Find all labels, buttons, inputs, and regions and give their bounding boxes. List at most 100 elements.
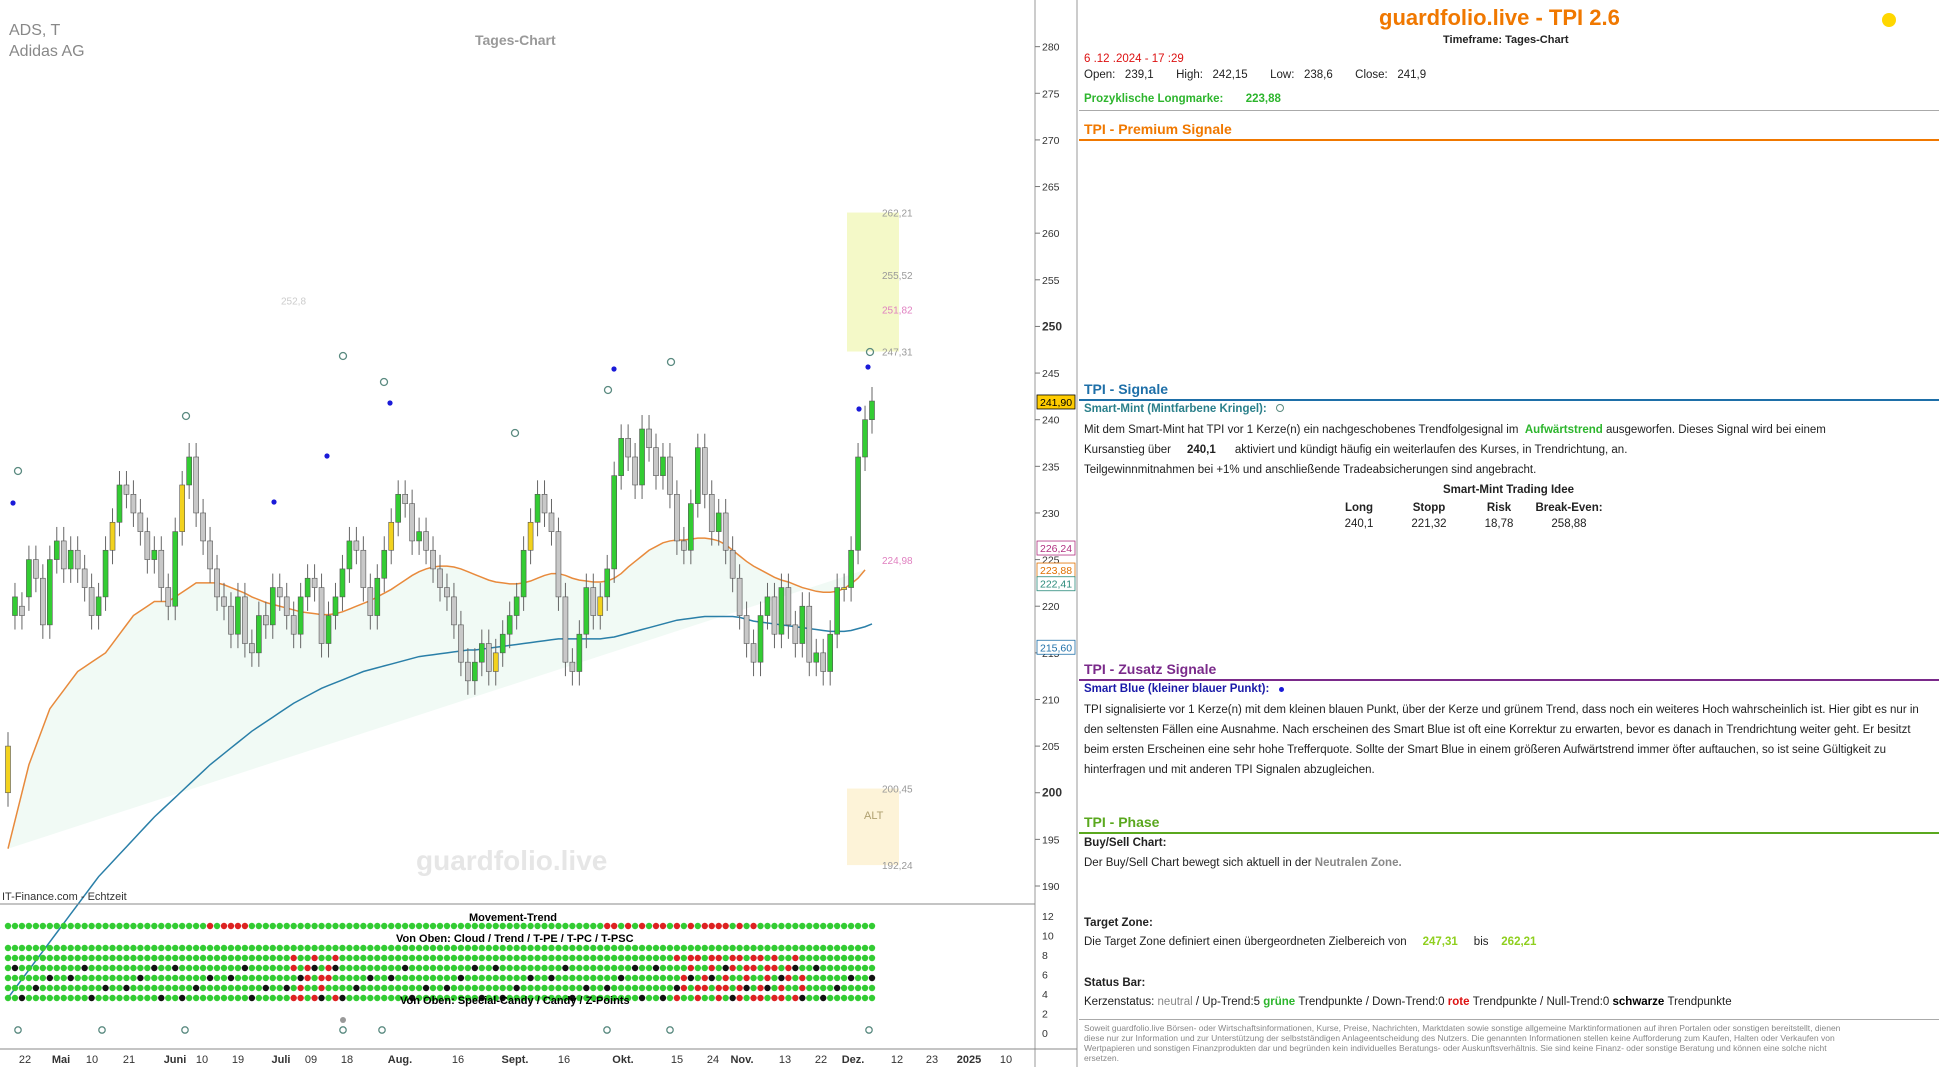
trend-dot <box>318 954 325 962</box>
candle-body <box>346 540 353 570</box>
trend-dot <box>492 974 499 982</box>
trend-dot <box>46 944 54 952</box>
trend-dot <box>840 974 848 982</box>
trend-dot <box>443 964 451 972</box>
idea-head-row: Long Stopp Risk Break-Even: <box>1324 500 1604 516</box>
trend-dot <box>60 954 67 962</box>
trend-dot <box>666 964 674 972</box>
trend-dot <box>680 944 688 952</box>
candle-body <box>625 438 631 458</box>
trend-dot <box>353 944 360 952</box>
trend-dot <box>353 974 360 982</box>
x-tick-label: 23 <box>926 1054 938 1066</box>
trend-dot <box>541 964 548 972</box>
trend-dot <box>464 974 472 982</box>
trend-dot <box>367 954 374 962</box>
price-chart[interactable]: 262,21 255,52 251,82 247,31 200,45 192,24 224,… <box>0 0 1079 1067</box>
trend-dot <box>11 944 19 952</box>
trend-dot <box>137 974 144 982</box>
trend-dot <box>297 984 304 992</box>
trend-dot <box>408 964 416 972</box>
trend-dot <box>408 954 416 962</box>
trend-dot <box>659 964 667 972</box>
idea-val-breakeven: 258,88 <box>1551 518 1587 530</box>
candle-body <box>283 596 290 616</box>
trend-dot <box>381 994 388 1002</box>
trend-dot <box>283 954 290 962</box>
trend-dot <box>513 984 520 992</box>
trend-dot <box>325 964 332 972</box>
trend-dot <box>736 944 743 952</box>
trend-dot <box>729 964 736 972</box>
trend-dot <box>597 974 604 982</box>
candle-body <box>869 400 875 420</box>
trend-dot <box>144 944 151 952</box>
trend-dot <box>172 974 179 982</box>
trend-dot <box>346 922 353 930</box>
trend-dot <box>234 964 242 972</box>
trend-dot <box>847 922 855 930</box>
trend-dot <box>151 922 158 930</box>
trend-dot <box>799 994 806 1002</box>
trend-dot <box>520 944 527 952</box>
trend-dot <box>645 944 653 952</box>
candle-body <box>151 549 158 560</box>
trend-dot <box>610 922 618 930</box>
smartmint-text4: aktiviert und kündigt häufig ein weiterl… <box>1234 444 1628 456</box>
candle-body <box>144 531 151 560</box>
trend-dot <box>847 974 855 982</box>
trend-dot <box>548 984 555 992</box>
trend-dot <box>520 954 527 962</box>
trend-dot <box>701 974 708 982</box>
trend-dot <box>868 984 876 992</box>
trend-dot <box>624 944 632 952</box>
trend-dot <box>11 922 19 930</box>
trend-dot <box>764 922 771 930</box>
trend-dot <box>569 984 576 992</box>
trend-dot <box>708 964 715 972</box>
trend-dot <box>757 964 764 972</box>
candle-body <box>597 596 604 616</box>
trend-dot <box>95 994 102 1002</box>
trend-dot <box>673 994 681 1002</box>
trend-dot <box>750 964 757 972</box>
trend-dot <box>471 954 479 962</box>
trend-dot <box>241 984 249 992</box>
trend-dot <box>353 964 360 972</box>
trend-dot <box>555 954 562 962</box>
trend-dot <box>617 944 625 952</box>
trend-dot <box>18 954 26 962</box>
trend-dot <box>408 922 416 930</box>
trend-dot <box>39 922 47 930</box>
trend-dot <box>840 964 848 972</box>
trend-dot <box>847 984 855 992</box>
trend-dot <box>534 954 541 962</box>
trend-dot <box>60 944 67 952</box>
trend-dot <box>185 994 193 1002</box>
trend-dot <box>39 964 47 972</box>
candle-body <box>123 484 130 495</box>
x-tick-label: 22 <box>19 1054 31 1066</box>
trend-dot <box>792 984 799 992</box>
trend-dot <box>388 954 395 962</box>
trend-dot <box>25 974 33 982</box>
trend-dot <box>861 954 869 962</box>
x-tick-label: 15 <box>671 1054 683 1066</box>
trend-dot <box>778 954 785 962</box>
trend-dot <box>332 964 339 972</box>
trend-dot <box>241 974 249 982</box>
target-from: 247,31 <box>1422 936 1458 948</box>
trend-dot <box>269 984 276 992</box>
trend-dot <box>332 974 339 982</box>
trend-dot <box>645 964 653 972</box>
candle-body <box>158 549 165 588</box>
status-tp3: Trendpunkte <box>1667 996 1732 1008</box>
trend-dot <box>492 954 499 962</box>
trend-dot <box>485 944 492 952</box>
trend-dot <box>213 954 221 962</box>
x-tick-label: 22 <box>815 1054 827 1066</box>
trend-dot <box>234 974 242 982</box>
candle-body <box>249 643 255 654</box>
x-tick-label: Dez. <box>842 1054 865 1066</box>
trend-dot <box>367 922 374 930</box>
